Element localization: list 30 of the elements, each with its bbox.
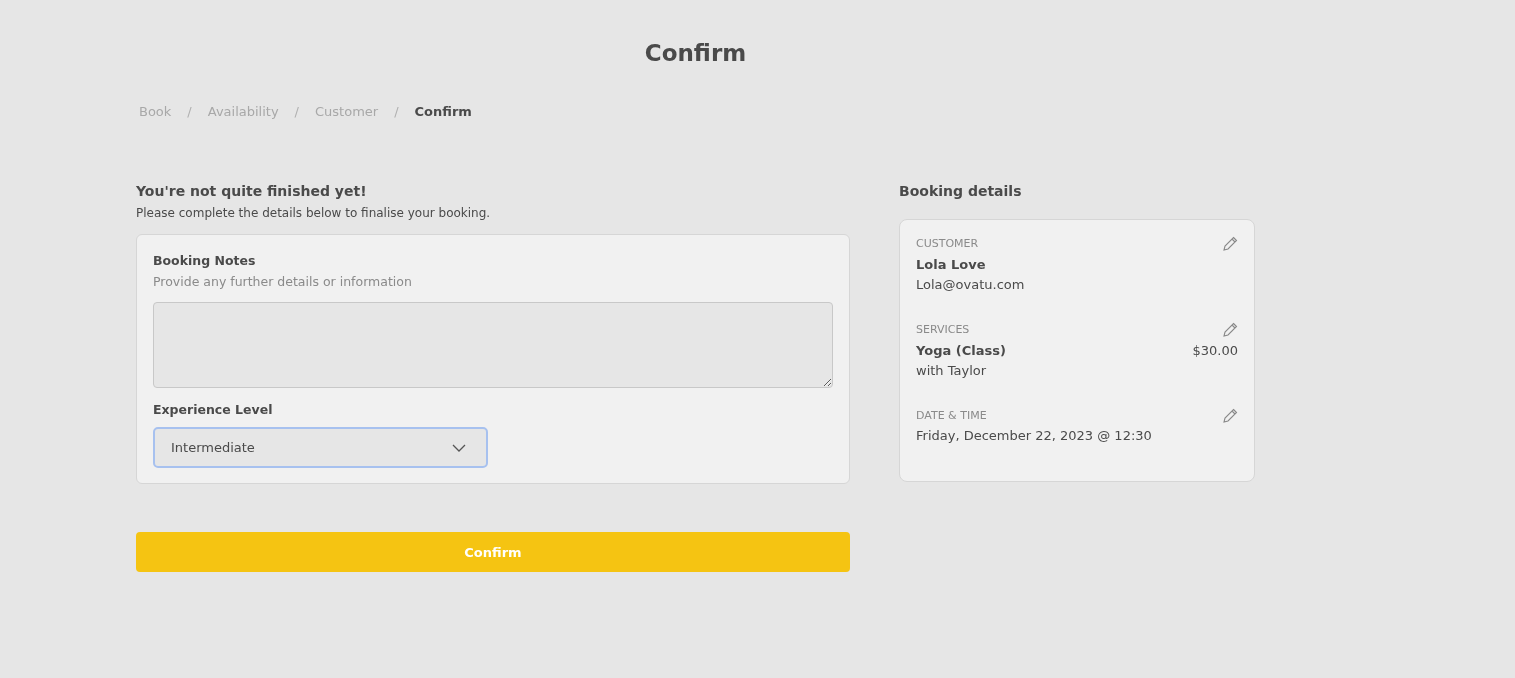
experience-select[interactable]: Intermediate [153, 427, 488, 468]
section-detail: Lola@ovatu.com [916, 277, 1026, 292]
section-detail: with Taylor [916, 363, 988, 378]
pencil-icon[interactable] [1223, 408, 1238, 423]
section-label: SERVICES [916, 323, 970, 336]
form-heading: You're not quite finished yet! [136, 182, 368, 201]
form-intro: Please complete the details below to finalise your booking. [136, 206, 492, 220]
breadcrumb-separator: / [187, 104, 192, 119]
breadcrumb-link[interactable]: Availability [207, 104, 279, 119]
experience-label: Experience Level [153, 402, 274, 417]
notes-field[interactable] [153, 302, 833, 388]
price-text: $30.00 [1192, 343, 1238, 358]
details-heading: Booking details [899, 182, 1023, 201]
section-name: Yoga (Class) [916, 343, 1006, 358]
section-label: DATE & TIME [916, 409, 987, 422]
page-title: Confirm [643, 39, 748, 68]
pencil-icon[interactable] [1223, 322, 1238, 337]
confirm-button[interactable]: Confirm [136, 532, 850, 572]
notes-label: Booking Notes [153, 253, 257, 268]
breadcrumb-link[interactable]: Book [139, 104, 172, 119]
section-label: CUSTOMER [916, 237, 979, 250]
notes-hint: Provide any further details or information [153, 274, 413, 289]
breadcrumb-separator: / [394, 104, 399, 119]
section-detail: Friday, December 22, 2023 @ 12:30 [916, 428, 1153, 443]
breadcrumb-separator: / [294, 104, 299, 119]
breadcrumb-link[interactable]: Customer [315, 104, 379, 119]
breadcrumb-link[interactable]: Confirm [414, 104, 472, 119]
pencil-icon[interactable] [1223, 236, 1238, 251]
section-name: Lola Love [916, 257, 986, 272]
chevron-down-icon [452, 443, 466, 452]
